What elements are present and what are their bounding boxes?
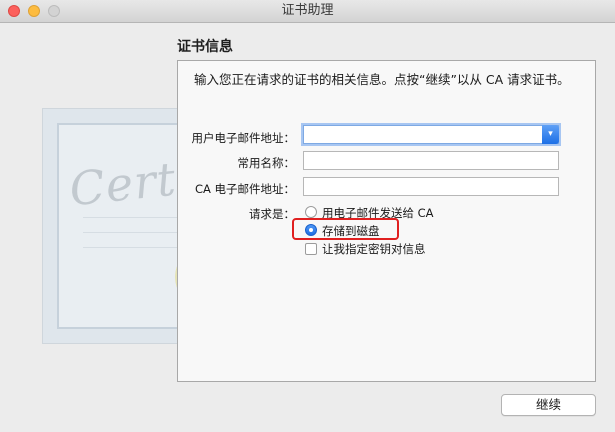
email-to-ca-radio[interactable]: [305, 206, 317, 218]
common-name-field[interactable]: [303, 151, 559, 170]
common-name-label: 常用名称：: [237, 156, 296, 170]
ca-email-label: CA 电子邮件地址：: [194, 182, 295, 196]
ca-email-field[interactable]: [303, 177, 559, 196]
specify-key-checkbox[interactable]: [305, 243, 317, 255]
title-bar: 证书助理: [0, 0, 615, 23]
highlight-box: [292, 218, 399, 240]
chevron-down-icon[interactable]: ▾: [542, 125, 559, 144]
user-email-label: 用户电子邮件地址：: [191, 131, 296, 145]
continue-button[interactable]: 继续: [501, 394, 596, 416]
section-heading: 证书信息: [177, 39, 233, 55]
specify-key-label[interactable]: 让我指定密钥对信息: [322, 241, 426, 257]
user-email-combobox[interactable]: ▾: [303, 125, 559, 144]
request-label: 请求是：: [249, 207, 295, 221]
window-title: 证书助理: [281, 3, 334, 18]
description-text: 输入您正在请求的证书的相关信息。点按“继续”以从 CA 请求证书。: [194, 72, 570, 87]
